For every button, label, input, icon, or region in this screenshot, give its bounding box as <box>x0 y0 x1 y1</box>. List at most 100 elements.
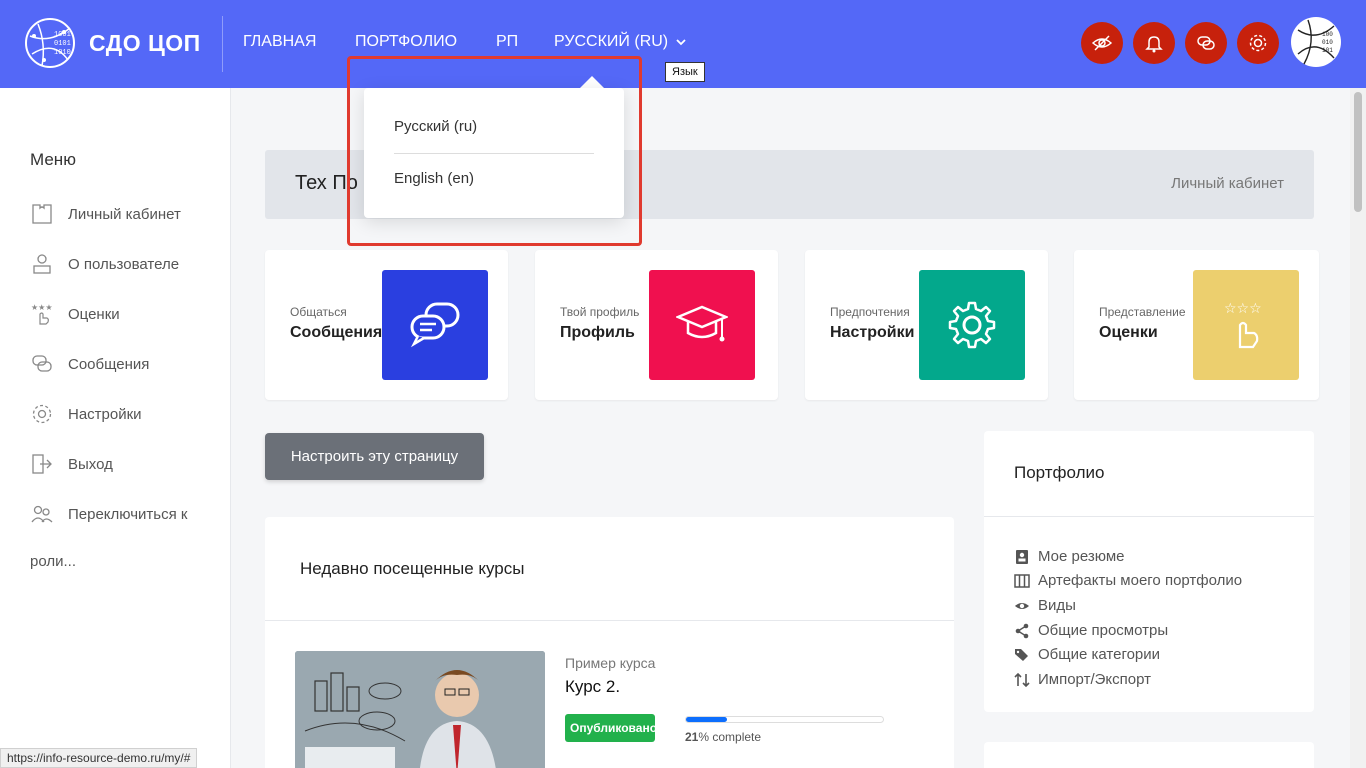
next-block <box>984 742 1314 768</box>
card-settings[interactable]: Предпочтения Настройки <box>805 250 1048 400</box>
nav-rp[interactable]: РП <box>496 33 518 51</box>
card-subtitle: Твой профиль <box>560 305 640 319</box>
svg-text:★★★: ★★★ <box>31 303 53 312</box>
breadcrumb[interactable]: Личный кабинет <box>1171 175 1284 192</box>
card-tile <box>649 270 755 380</box>
card-title: Оценки <box>1099 324 1158 341</box>
divider <box>984 516 1314 517</box>
progress-value: 21 <box>685 730 699 744</box>
share-icon <box>1015 623 1029 638</box>
eye-icon <box>1015 602 1029 609</box>
language-tooltip: Язык <box>665 62 705 82</box>
language-selector[interactable]: РУССКИЙ (RU) <box>554 33 686 51</box>
page-scrollbar[interactable] <box>1350 88 1366 768</box>
svg-text:100: 100 <box>1322 31 1333 38</box>
sidebar-item-switch-role-suffix[interactable]: роли... <box>30 553 76 570</box>
sidebar-item-profile[interactable]: О пользователе <box>30 252 179 276</box>
scrollbar-thumb[interactable] <box>1354 92 1362 212</box>
top-navbar: 1001 0101 1010 СДО ЦОП ГЛАВНАЯ ПОРТФОЛИО… <box>0 0 1366 88</box>
svg-text:☆☆☆: ☆☆☆ <box>1224 301 1262 317</box>
nav-home[interactable]: ГЛАВНАЯ <box>243 33 316 51</box>
card-subtitle: Общаться <box>290 305 347 319</box>
eye-off-icon <box>1091 35 1113 51</box>
portfolio-item-label: Артефакты моего портфолио <box>1038 572 1243 589</box>
card-title: Настройки <box>830 324 915 341</box>
messages-button[interactable] <box>1185 22 1227 64</box>
sidebar-item-switch-role[interactable]: Переключиться к <box>30 502 187 526</box>
card-grades[interactable]: Представление Оценки ☆☆☆ <box>1074 250 1319 400</box>
sidebar-item-logout[interactable]: Выход <box>30 452 113 476</box>
sidebar-item-messages[interactable]: Сообщения <box>30 352 149 376</box>
sidebar-item-settings[interactable]: Настройки <box>30 402 142 426</box>
portfolio-item-artefacts[interactable]: Артефакты моего портфолио <box>1014 572 1242 589</box>
card-subtitle: Представление <box>1099 305 1186 319</box>
users-icon <box>31 505 53 523</box>
brand-name[interactable]: СДО ЦОП <box>89 30 201 57</box>
gear-icon <box>948 301 996 349</box>
portfolio-item-import-export[interactable]: Импорт/Экспорт <box>1014 671 1151 688</box>
divider <box>265 620 954 621</box>
logout-icon <box>32 454 52 474</box>
svg-text:010: 010 <box>1322 39 1333 46</box>
course-thumbnail <box>295 651 545 768</box>
portfolio-item-label: Общие просмотры <box>1038 622 1169 639</box>
course-image[interactable] <box>295 651 545 768</box>
card-title: Сообщения <box>290 324 383 341</box>
stars-hand-icon: ☆☆☆ <box>1224 301 1262 349</box>
gear-icon <box>1249 34 1267 52</box>
language-selector-label: РУССКИЙ (RU) <box>554 33 669 50</box>
logo-icon[interactable]: 1001 0101 1010 <box>24 14 76 72</box>
notifications-button[interactable] <box>1133 22 1175 64</box>
card-title: Профиль <box>560 324 635 341</box>
sidebar-item-label: О пользователе <box>68 255 180 273</box>
card-tile <box>919 270 1025 380</box>
portfolio-item-label: Общие категории <box>1038 646 1161 663</box>
card-subtitle: Предпочтения <box>830 305 910 319</box>
portfolio-item-shared-views[interactable]: Общие просмотры <box>1014 622 1168 639</box>
portfolio-item-shared-categories[interactable]: Общие категории <box>1014 646 1160 663</box>
sidebar: Меню Личный кабинет О пользователе ★★★ О… <box>0 88 231 768</box>
progress-suffix: % complete <box>698 730 762 744</box>
portfolio-item-label: Импорт/Экспорт <box>1038 671 1151 688</box>
card-profile[interactable]: Твой профиль Профиль <box>535 250 778 400</box>
bell-icon <box>1145 36 1163 53</box>
sidebar-item-label: Настройки <box>68 405 142 423</box>
card-messages[interactable]: Общаться Сообщения <box>265 250 508 400</box>
progress-fill <box>686 717 728 722</box>
svg-text:1001: 1001 <box>54 31 71 39</box>
stars-hand-icon: ★★★ <box>31 303 53 325</box>
card-tile: ☆☆☆ <box>1193 270 1299 380</box>
portfolio-block: Портфолио Мое резюме Артефакты моего пор… <box>984 431 1314 712</box>
portfolio-title: Портфолио <box>1014 463 1105 482</box>
sidebar-item-label: Оценки <box>68 305 120 323</box>
progress-label: 21% complete <box>685 730 761 744</box>
contact-card-icon <box>1016 549 1028 564</box>
svg-text:101: 101 <box>1322 47 1333 54</box>
annotation-highlight-box <box>347 56 642 246</box>
puzzle-icon <box>32 204 52 224</box>
sidebar-item-grades[interactable]: ★★★ Оценки <box>30 302 120 326</box>
sidebar-item-label: Личный кабинет <box>68 205 181 223</box>
portfolio-item-label: Мое резюме <box>1038 548 1125 565</box>
chat-icon <box>1197 36 1215 50</box>
settings-button[interactable] <box>1237 22 1279 64</box>
portfolio-item-views[interactable]: Виды <box>1014 597 1076 614</box>
user-avatar[interactable]: 100 010 101 <box>1290 16 1342 68</box>
course-name[interactable]: Курс 2. <box>565 677 620 697</box>
sidebar-title: Меню <box>30 150 76 169</box>
chat-icon <box>32 355 52 372</box>
course-category: Пример курса <box>565 655 656 671</box>
brand-divider <box>222 16 223 72</box>
sidebar-item-dashboard[interactable]: Личный кабинет <box>30 202 181 226</box>
recent-courses-title: Недавно посещенные курсы <box>300 559 525 578</box>
hide-blocks-button[interactable] <box>1081 22 1123 64</box>
status-badge: Опубликовано <box>565 714 655 742</box>
svg-text:1010: 1010 <box>54 49 71 57</box>
portfolio-item-resume[interactable]: Мое резюме <box>1014 548 1124 565</box>
card-tile <box>382 270 488 380</box>
sidebar-item-label: Переключиться к <box>68 505 188 523</box>
nav-portfolio[interactable]: ПОРТФОЛИО <box>355 33 457 51</box>
sidebar-item-label: Сообщения <box>68 355 150 373</box>
customize-page-button[interactable]: Настроить эту страницу <box>265 433 484 480</box>
graduation-cap-icon <box>676 305 728 342</box>
